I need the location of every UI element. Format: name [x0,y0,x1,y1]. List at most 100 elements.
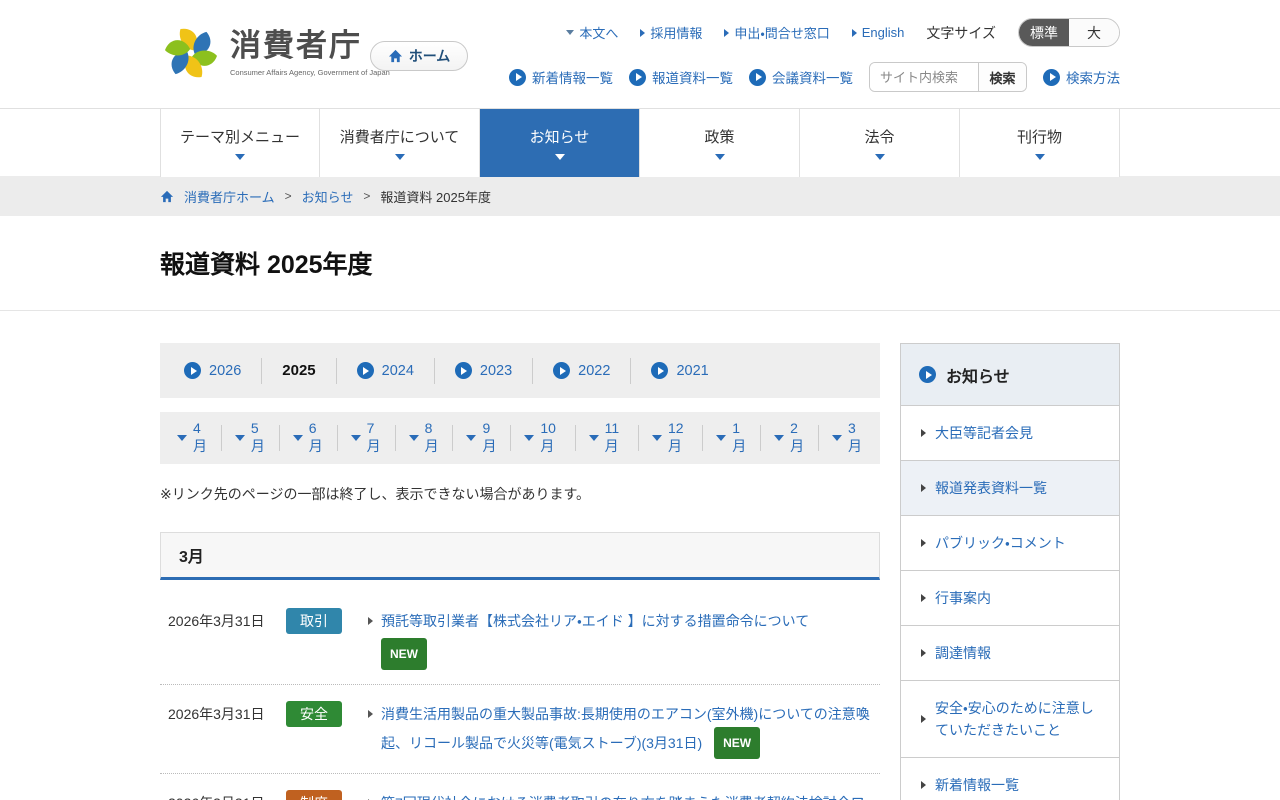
contact-link[interactable]: 申出・問合せ窓口 [724,23,829,42]
sidebar-item-events[interactable]: 行事案内 [901,571,1119,626]
year-tab-2022[interactable]: 2022 [533,358,631,384]
caret-down-icon [832,435,842,441]
month-tab-apr[interactable]: 4月 [164,425,222,451]
play-circle-icon [919,366,936,383]
news-link[interactable]: 消費生活用製品の重大製品事故:長期使用のエアコン(室外機)についての注意喚起、リ… [381,706,870,751]
month-tab-feb[interactable]: 2月 [761,425,819,451]
caret-right-icon [921,539,926,547]
font-size-toggle: 標準 大 [1018,18,1120,47]
title-band: 報道資料 2025年度 [0,216,1280,311]
category-badge: 取引 [286,608,342,634]
month-tab-nov[interactable]: 11月 [576,425,639,451]
year-tab-2021[interactable]: 2021 [631,358,728,384]
site-logo[interactable]: 消費者庁 Consumer Affairs Agency, Government… [162,24,390,82]
caret-down-icon [716,435,726,441]
play-circle-icon [509,69,526,86]
month-tab-dec[interactable]: 12月 [639,425,703,451]
month-tab-jul[interactable]: 7月 [338,425,396,451]
search-input[interactable] [870,63,978,91]
nav-laws[interactable]: 法令 [800,109,960,177]
news-sidebar: お知らせ 大臣等記者会見 報道発表資料一覧 パブリック・コメント 行事案内 [900,343,1120,800]
header-utility-links: 本文へ 採用情報 申出・問合せ窓口 English 文字サイズ 標準 大 [566,18,1120,47]
caret-down-icon [1035,154,1045,160]
news-date: 2026年3月31日 [168,608,286,634]
caret-down-icon [235,154,245,160]
caret-down-icon [875,154,885,160]
news-row: 2026年3月31日 取引 預託等取引業者【株式会社リア・エイド 】に対する措置… [160,592,880,685]
home-button-label: ホーム [409,46,451,66]
news-link[interactable]: 第7回現代社会における消費者取引の在り方を踏まえた消費者契約法検討会ワーキンググ… [381,795,879,800]
breadcrumb-separator: > [285,189,292,203]
page: 消費者庁 Consumer Affairs Agency, Government… [0,0,1280,800]
sidebar-item-procurement[interactable]: 調達情報 [901,626,1119,681]
font-size-label: 文字サイズ [926,23,996,43]
nav-publications[interactable]: 刊行物 [960,109,1120,177]
caret-down-icon [555,154,565,160]
site-header: 消費者庁 Consumer Affairs Agency, Government… [0,0,1280,108]
nav-news[interactable]: お知らせ [480,109,640,177]
year-tab-2023[interactable]: 2023 [435,358,533,384]
news-date: 2026年3月31日 [168,701,286,727]
sidebar-item-press-conference[interactable]: 大臣等記者会見 [901,406,1119,461]
month-tab-mar[interactable]: 3月 [819,425,876,451]
month-tab-oct[interactable]: 10月 [511,425,575,451]
caret-right-icon [368,617,373,625]
caret-down-icon [774,435,784,441]
month-tab-may[interactable]: 5月 [222,425,280,451]
breadcrumb-current: 報道資料 2025年度 [380,187,491,206]
caret-right-icon [852,29,857,37]
news-link[interactable]: 預託等取引業者【株式会社リア・エイド 】に対する措置命令について [381,613,809,629]
play-circle-icon [455,362,472,379]
recruit-link[interactable]: 採用情報 [640,23,702,42]
play-circle-icon [553,362,570,379]
main-content: 2026 2025 2024 2023 2022 [160,343,1120,800]
press-material-list-link[interactable]: 報道資料一覧 [629,67,733,87]
site-search: 検索 [869,62,1027,92]
nav-about-caa[interactable]: 消費者庁について [320,109,480,177]
caret-down-icon [715,154,725,160]
breadcrumb-home-link[interactable]: 消費者庁ホーム [184,187,275,206]
nav-theme-menu[interactable]: テーマ別メニュー [160,109,320,177]
month-tab-aug[interactable]: 8月 [396,425,454,451]
breadcrumb-news-link[interactable]: お知らせ [302,187,354,206]
caret-down-icon [652,435,662,441]
font-size-standard-button[interactable]: 標準 [1019,19,1069,46]
home-button[interactable]: ホーム [370,41,468,71]
caret-down-icon [293,435,303,441]
search-button[interactable]: 検索 [978,63,1026,91]
play-circle-icon [1043,69,1060,86]
meeting-material-list-link[interactable]: 会議資料一覧 [749,67,853,87]
sidebar-header: お知らせ [901,344,1119,406]
play-circle-icon [357,362,374,379]
caret-right-icon [921,429,926,437]
month-tab-jun[interactable]: 6月 [280,425,338,451]
caret-right-icon [368,710,373,718]
caret-right-icon [921,649,926,657]
home-icon [160,190,174,203]
month-section-header: 3月 [160,532,880,580]
news-row: 2026年3月31日 安全 消費生活用製品の重大製品事故:長期使用のエアコン(室… [160,685,880,774]
logo-subtitle: Consumer Affairs Agency, Government of J… [230,68,390,77]
caret-down-icon [395,154,405,160]
nav-policy[interactable]: 政策 [640,109,800,177]
year-tab-2024[interactable]: 2024 [337,358,435,384]
year-tab-2026[interactable]: 2026 [164,358,262,384]
caret-down-icon [589,435,599,441]
new-info-list-link[interactable]: 新着情報一覧 [509,67,613,87]
caret-right-icon [921,484,926,492]
skip-to-content-link[interactable]: 本文へ [566,23,618,42]
font-size-large-button[interactable]: 大 [1069,19,1119,46]
search-help-link[interactable]: 検索方法 [1043,67,1120,87]
english-link[interactable]: English [852,25,905,40]
sidebar-item-public-comment[interactable]: パブリック・コメント [901,516,1119,571]
news-row: 2026年3月31日 制度 第7回現代社会における消費者取引の在り方を踏まえた消… [160,774,880,800]
sidebar-item-new-info-list[interactable]: 新着情報一覧 [901,758,1119,800]
month-tab-jan[interactable]: 1月 [703,425,761,451]
year-tabs: 2026 2025 2024 2023 2022 [160,343,880,398]
caret-down-icon [351,435,361,441]
logo-title: 消費者庁 [230,24,390,67]
month-tabs: 4月 5月 6月 7月 8月 [160,412,880,464]
sidebar-item-press-release-list[interactable]: 報道発表資料一覧 [901,461,1119,516]
month-tab-sep[interactable]: 9月 [453,425,511,451]
sidebar-item-safety-caution[interactable]: 安全・安心のために注意していただきたいこと [901,681,1119,758]
